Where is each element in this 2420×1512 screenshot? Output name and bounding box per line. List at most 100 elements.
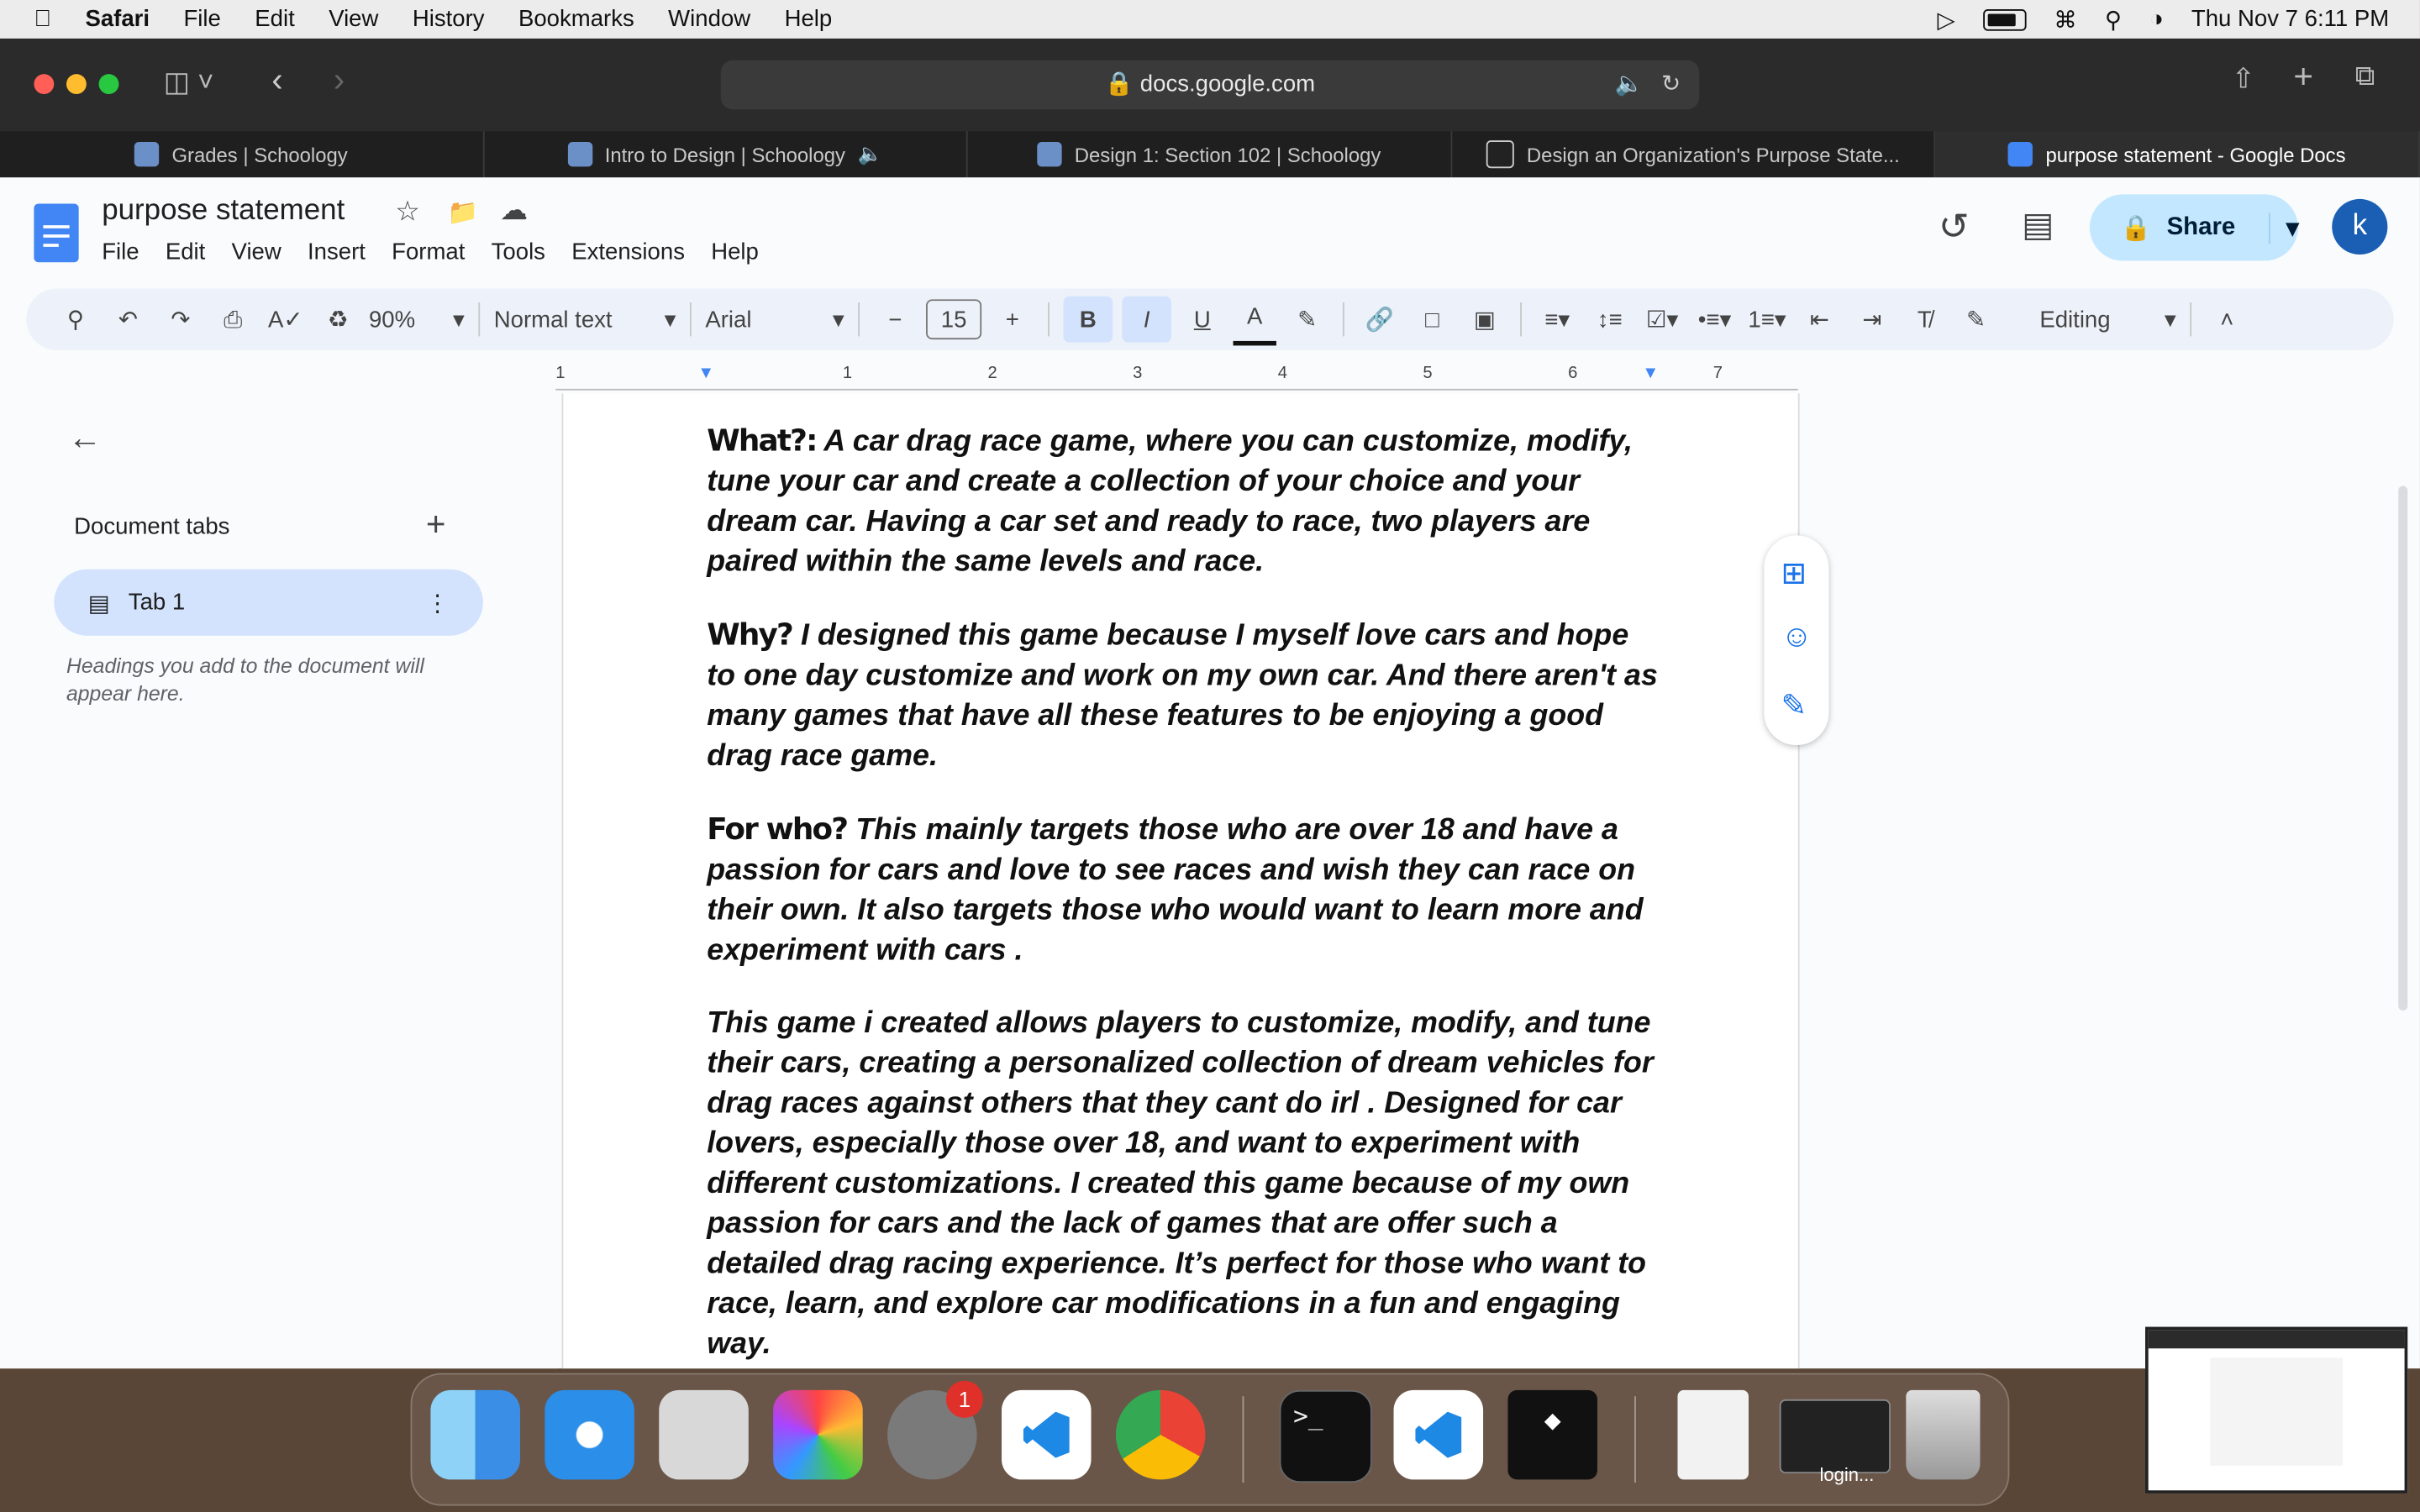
share-button[interactable]: 🔒 Share ▾ <box>2089 194 2299 261</box>
zoom-select[interactable]: 90% ▾ <box>369 297 465 343</box>
safari-icon[interactable] <box>544 1389 634 1480</box>
right-indent-marker[interactable]: ▼ <box>1642 364 1659 382</box>
apple-icon[interactable]:  <box>34 6 51 32</box>
share-icon[interactable]: ⇧ <box>2232 63 2255 96</box>
terminal-window-thumbnail[interactable] <box>1779 1399 1891 1474</box>
minimize-window-button[interactable] <box>66 74 87 95</box>
menubar-app-name[interactable]: Safari <box>85 6 150 32</box>
menubar-item-edit[interactable]: Edit <box>255 6 294 32</box>
paragraph-summary[interactable]: This game i created allows players to cu… <box>707 1003 1664 1364</box>
chrome-icon[interactable] <box>1115 1389 1206 1480</box>
more-options-icon[interactable]: ⋮ <box>426 589 450 617</box>
numbered-list-icon[interactable]: 1≡▾ <box>1745 297 1788 343</box>
account-avatar[interactable]: k <box>2332 198 2388 255</box>
epic-games-icon[interactable]: ◆ <box>1507 1389 1597 1480</box>
bold-icon[interactable]: B <box>1063 296 1113 343</box>
cloud-saved-icon[interactable]: ☁ <box>500 194 528 227</box>
font-family-select[interactable]: Arial ▾ <box>705 297 844 343</box>
add-comment-icon[interactable]: ⊞ <box>1781 554 1807 592</box>
docs-menu-extensions[interactable]: Extensions <box>571 239 685 265</box>
clear-formatting-icon[interactable]: T̸ <box>1903 297 1946 343</box>
share-dropdown-icon[interactable]: ▾ <box>2269 212 2299 244</box>
star-icon[interactable]: ☆ <box>395 196 420 228</box>
version-history-icon[interactable]: ↺ <box>1939 205 1970 249</box>
docs-logo-icon[interactable] <box>34 203 79 263</box>
comments-icon[interactable]: ▤ <box>2022 205 2054 245</box>
menubar-item-history[interactable]: History <box>413 6 485 32</box>
docs-menu-tools[interactable]: Tools <box>492 239 545 265</box>
browser-tab[interactable]: Grades | Schoology <box>0 131 484 178</box>
back-arrow-icon[interactable]: ← <box>68 418 102 459</box>
paint-format-icon[interactable]: ♻ <box>317 297 360 343</box>
launchpad-icon[interactable] <box>659 1389 749 1480</box>
print-icon[interactable]: ⎙ <box>212 297 255 343</box>
increase-indent-icon[interactable]: ⇥ <box>1850 297 1893 343</box>
insert-link-icon[interactable]: 🔗 <box>1358 297 1401 343</box>
document-title[interactable]: purpose statement <box>102 194 345 228</box>
back-icon[interactable]: ‹ <box>271 60 282 101</box>
battery-icon[interactable] <box>1982 8 2027 30</box>
sidebar-toggle-icon[interactable]: ◫ ˅ <box>164 66 214 99</box>
add-comment-icon[interactable]: □ <box>1411 297 1454 343</box>
zoom-window-button[interactable] <box>98 74 119 95</box>
screenshot-thumbnail[interactable] <box>2145 1326 2408 1494</box>
menubar-item-window[interactable]: Window <box>668 6 750 32</box>
emoji-reaction-icon[interactable]: ☺ <box>1781 620 1813 655</box>
font-size-input[interactable]: 15 <box>926 299 982 340</box>
audio-playing-icon[interactable]: 🔈 <box>1615 60 1644 110</box>
horizontal-ruler[interactable]: 1 ▼ 1 2 3 4 5 6 ▼ 7 <box>555 364 1798 391</box>
tab-overview-icon[interactable]: ⧉ <box>2355 60 2375 93</box>
increase-font-size-icon[interactable]: + <box>991 297 1034 343</box>
text-color-icon[interactable]: A <box>1233 294 1276 345</box>
control-center-icon[interactable]: ◑ <box>2149 6 2164 32</box>
address-bar[interactable]: 🔒 docs.google.com 🔈 ↻ <box>720 60 1700 110</box>
new-tab-icon[interactable]: + <box>2293 57 2313 97</box>
trash-icon[interactable] <box>1906 1389 1981 1480</box>
menubar-item-view[interactable]: View <box>329 6 378 32</box>
speaker-icon[interactable]: 🔈 <box>858 142 883 166</box>
close-window-button[interactable] <box>34 74 55 95</box>
paragraph-for-who[interactable]: For who? This mainly targets those who a… <box>707 810 1664 970</box>
left-indent-marker[interactable]: ▼ <box>697 364 714 382</box>
decrease-font-size-icon[interactable]: − <box>874 297 917 343</box>
undo-icon[interactable]: ↶ <box>107 297 150 343</box>
wifi-icon[interactable]: ⌘ <box>2054 5 2077 33</box>
redo-icon[interactable]: ↷ <box>159 297 202 343</box>
play-icon[interactable]: ▷ <box>1938 5 1955 33</box>
document-file-icon[interactable] <box>1677 1389 1749 1480</box>
browser-tab-active[interactable]: purpose statement - Google Docs <box>1935 131 2420 178</box>
decrease-indent-icon[interactable]: ⇤ <box>1798 297 1841 343</box>
sidebar-tab-item[interactable]: ▤ Tab 1 ⋮ <box>54 569 483 636</box>
search-icon[interactable]: ⚲ <box>2105 5 2122 33</box>
paragraph-what[interactable]: What?: A car drag race game, where you c… <box>707 421 1664 581</box>
paragraph-why[interactable]: Why? I designed this game because I myse… <box>707 616 1664 776</box>
docs-menu-format[interactable]: Format <box>392 239 465 265</box>
docs-menu-insert[interactable]: Insert <box>308 239 366 265</box>
menubar-datetime[interactable]: Thu Nov 7 6:11 PM <box>2191 6 2389 32</box>
browser-tab[interactable]: Design 1: Section 102 | Schoology <box>968 131 1452 178</box>
italic-icon[interactable]: I <box>1122 296 1172 343</box>
bulleted-list-icon[interactable]: •≡▾ <box>1693 297 1736 343</box>
terminal-icon[interactable]: >_ <box>1279 1389 1372 1483</box>
browser-tab[interactable]: Intro to Design | Schoology 🔈 <box>484 131 968 178</box>
browser-tab[interactable]: Design an Organization's Purpose State..… <box>1452 131 1936 178</box>
highlight-icon[interactable]: ✎ <box>1286 297 1328 343</box>
docs-menu-view[interactable]: View <box>232 239 281 265</box>
editing-mode-select[interactable]: ✎ Editing ▾ <box>1966 297 2176 343</box>
hide-menus-icon[interactable]: ˄ <box>2206 297 2249 343</box>
vscode-icon[interactable] <box>1002 1389 1092 1480</box>
checklist-icon[interactable]: ☑▾ <box>1640 297 1683 343</box>
move-folder-icon[interactable]: 📁 <box>448 197 479 228</box>
search-menus-icon[interactable]: ⚲ <box>54 297 97 343</box>
menubar-item-file[interactable]: File <box>183 6 220 32</box>
docs-menu-edit[interactable]: Edit <box>166 239 205 265</box>
forward-icon[interactable]: › <box>334 60 345 101</box>
suggest-edits-icon[interactable]: ✎ <box>1781 686 1807 725</box>
photos-icon[interactable] <box>773 1389 863 1480</box>
docs-menu-file[interactable]: File <box>102 239 139 265</box>
docs-menu-help[interactable]: Help <box>711 239 759 265</box>
reload-icon[interactable]: ↻ <box>1661 60 1681 110</box>
vertical-scrollbar[interactable] <box>2398 486 2408 1011</box>
document-page[interactable]: What?: A car drag race game, where you c… <box>561 393 1800 1369</box>
vscode-icon[interactable] <box>1393 1389 1484 1480</box>
